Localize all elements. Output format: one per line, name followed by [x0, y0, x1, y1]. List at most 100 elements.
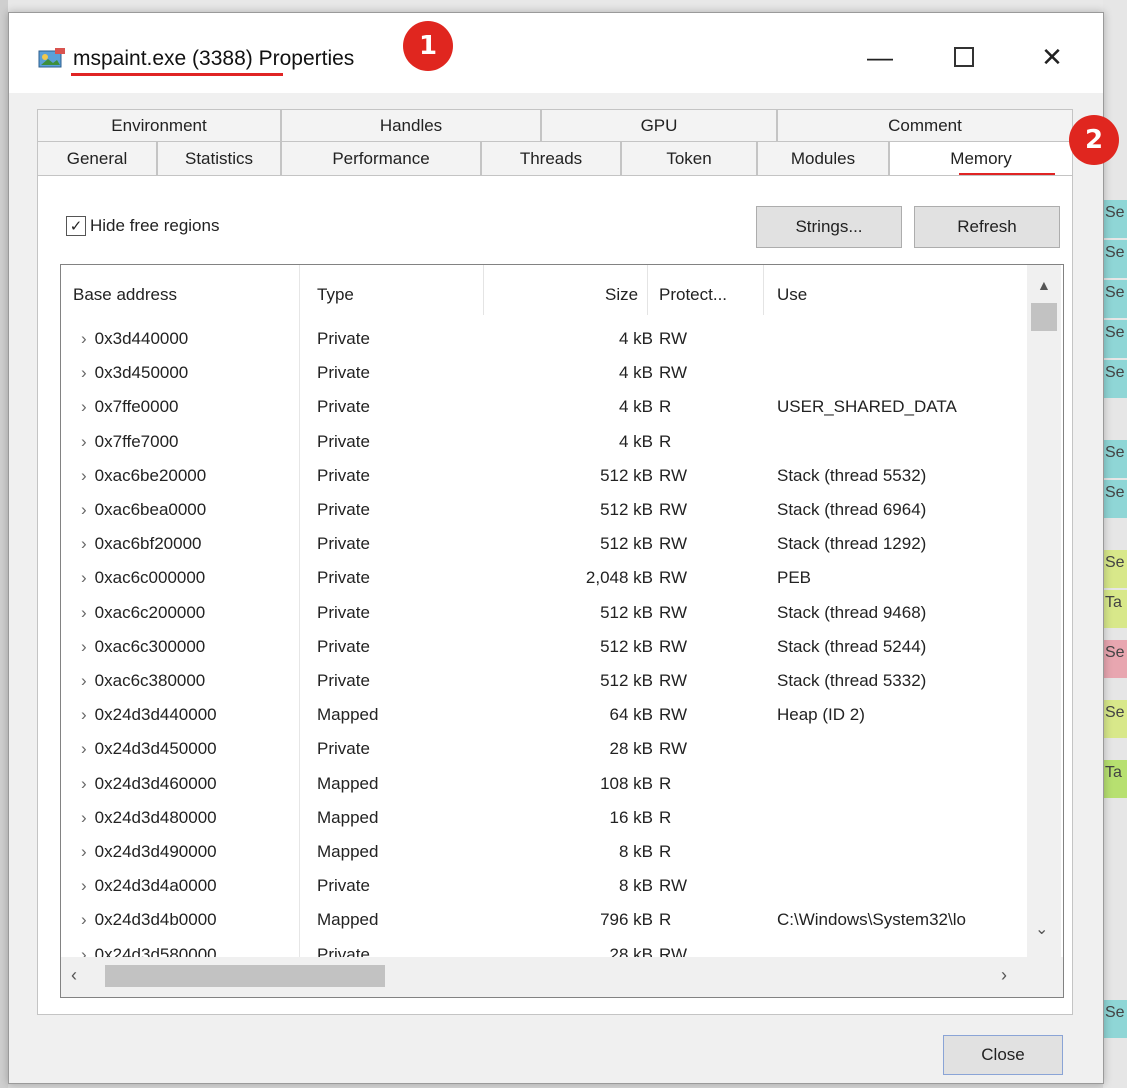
background-row-stripe: Se [1103, 200, 1127, 238]
cell-size: 4 kB [618, 431, 653, 451]
table-row[interactable]: › 0x3d450000 Private 4 kB RW [61, 355, 1027, 389]
expand-chevron-icon[interactable]: › [81, 466, 87, 485]
scroll-down-icon[interactable]: ⌄ [1035, 919, 1048, 939]
table-row[interactable]: › 0x24d3d4a0000 Private 8 kB RW [61, 868, 1027, 902]
background-row-stripe: Se [1103, 640, 1127, 678]
tab-token[interactable]: Token [621, 141, 757, 175]
table-row[interactable]: › 0x24d3d4b0000 Mapped 796 kB R C:\Windows\Sy… [61, 902, 1027, 936]
background-row-label: Se [1105, 1004, 1125, 1021]
table-row[interactable]: › 0x7ffe7000 Private 4 kB R [61, 424, 1027, 458]
title-bar[interactable]: mspaint.exe (3388) Properties — ✕ [9, 13, 1103, 93]
vertical-scrollbar[interactable]: ▲ ⌄ [1027, 265, 1061, 957]
expand-chevron-icon[interactable]: › [81, 705, 87, 724]
table-row[interactable]: › 0x7ffe0000 Private 4 kB R USER_SHARED_DATA [61, 389, 1027, 423]
cell-protect: R [659, 431, 672, 451]
column-header-protect[interactable]: Protect... [659, 285, 727, 305]
cell-size: 28 kB [609, 739, 653, 759]
vertical-scroll-thumb[interactable] [1031, 303, 1057, 331]
tab-statistics[interactable]: Statistics [157, 141, 281, 175]
background-app-strip: Se Se Se Se Se Se Se Se Ta Se Se Ta Se [1103, 0, 1127, 1088]
expand-chevron-icon[interactable]: › [81, 808, 87, 827]
expand-chevron-icon[interactable]: › [81, 329, 87, 348]
table-row[interactable]: › 0x3d440000 Private 4 kB RW [61, 321, 1027, 355]
table-row[interactable]: › 0xac6c000000 Private 2,048 kB RW PEB [61, 560, 1027, 594]
column-header-type[interactable]: Type [317, 285, 354, 305]
column-header-size[interactable]: Size [605, 285, 638, 305]
base-address-text: 0x24d3d450000 [94, 739, 217, 759]
scroll-right-icon[interactable]: › [1001, 965, 1007, 986]
tab-modules[interactable]: Modules [757, 141, 889, 175]
expand-chevron-icon[interactable]: › [81, 432, 87, 451]
table-row[interactable]: › 0xac6bf20000 Private 512 kB RW Stack (threa… [61, 526, 1027, 560]
maximize-icon [954, 47, 974, 67]
cell-base-address: › 0xac6be20000 [81, 466, 206, 486]
cell-use: Stack (thread 5244) [777, 636, 927, 656]
tab-strip: Environment Handles GPU Comment General … [37, 109, 1073, 175]
tab-threads[interactable]: Threads [481, 141, 621, 175]
header-divider[interactable] [483, 265, 484, 315]
table-row[interactable]: › 0xac6c300000 Private 512 kB RW Stack (threa… [61, 629, 1027, 663]
header-divider[interactable] [763, 265, 764, 315]
close-button[interactable]: Close [943, 1035, 1063, 1075]
table-row[interactable]: › 0xac6c200000 Private 512 kB RW Stack (threa… [61, 595, 1027, 629]
expand-chevron-icon[interactable]: › [81, 739, 87, 758]
base-address-text: 0x24d3d4b0000 [94, 910, 217, 930]
expand-chevron-icon[interactable]: › [81, 637, 87, 656]
header-divider[interactable] [647, 265, 648, 315]
table-row[interactable]: › 0x24d3d460000 Mapped 108 kB R [61, 766, 1027, 800]
tab-comment[interactable]: Comment [777, 109, 1073, 141]
maximize-button[interactable] [939, 37, 989, 77]
column-header-use[interactable]: Use [777, 285, 807, 305]
cell-protect: R [659, 807, 672, 827]
base-address-text: 0xac6bf20000 [94, 534, 202, 554]
base-address-text: 0xac6be20000 [94, 465, 207, 485]
expand-chevron-icon[interactable]: › [81, 842, 87, 861]
tab-memory[interactable]: Memory [889, 141, 1073, 175]
expand-chevron-icon[interactable]: › [81, 910, 87, 929]
table-row[interactable]: › 0xac6bea0000 Private 512 kB RW Stack (threa… [61, 492, 1027, 526]
expand-chevron-icon[interactable]: › [81, 500, 87, 519]
table-row[interactable]: › 0x24d3d480000 Mapped 16 kB R [61, 800, 1027, 834]
expand-chevron-icon[interactable]: › [81, 774, 87, 793]
cell-size: 4 kB [618, 329, 653, 348]
scroll-left-icon[interactable]: ‹ [71, 965, 77, 986]
horizontal-scrollbar[interactable]: ‹ › [61, 957, 1063, 997]
expand-chevron-icon[interactable]: › [81, 534, 87, 553]
background-row-label: Se [1105, 204, 1125, 221]
base-address-text: 0xac6c200000 [94, 602, 206, 622]
expand-chevron-icon[interactable]: › [81, 363, 87, 382]
expand-chevron-icon[interactable]: › [81, 603, 87, 622]
table-row[interactable]: › 0xac6be20000 Private 512 kB RW Stack (threa… [61, 458, 1027, 492]
close-window-button[interactable]: ✕ [1027, 37, 1077, 77]
cell-type: Private [317, 431, 370, 451]
refresh-button[interactable]: Refresh [914, 206, 1060, 248]
tab-general[interactable]: General [37, 141, 157, 175]
base-address-text: 0xac6bea0000 [94, 500, 207, 519]
background-row-stripe: Se [1103, 1000, 1127, 1038]
base-address-text: 0x7ffe7000 [94, 431, 179, 451]
table-row[interactable]: › 0x24d3d450000 Private 28 kB RW [61, 731, 1027, 765]
expand-chevron-icon[interactable]: › [81, 876, 87, 895]
tab-environment[interactable]: Environment [37, 109, 281, 141]
strings-button[interactable]: Strings... [756, 206, 902, 248]
tab-performance[interactable]: Performance [281, 141, 481, 175]
expand-chevron-icon[interactable]: › [81, 671, 87, 690]
expand-chevron-icon[interactable]: › [81, 397, 87, 416]
cell-size: 64 kB [609, 705, 653, 725]
horizontal-scroll-thumb[interactable] [105, 965, 385, 987]
cell-base-address: › 0xac6c300000 [81, 637, 205, 657]
minimize-button[interactable]: — [855, 37, 905, 77]
table-row[interactable]: › 0x24d3d490000 Mapped 8 kB R [61, 834, 1027, 868]
column-header-base-address[interactable]: Base address [73, 285, 177, 305]
background-row-label: Se [1105, 244, 1125, 261]
cell-type: Mapped [317, 705, 379, 725]
scroll-up-icon[interactable]: ▲ [1037, 277, 1051, 293]
tab-handles[interactable]: Handles [281, 109, 541, 141]
table-row[interactable]: › 0xac6c380000 Private 512 kB RW Stack (threa… [61, 663, 1027, 697]
cell-type: Private [317, 397, 370, 417]
tab-gpu[interactable]: GPU [541, 109, 777, 141]
hide-free-regions-checkbox[interactable]: ✓ Hide free regions [66, 216, 219, 236]
table-row[interactable]: › 0x24d3d440000 Mapped 64 kB RW Heap (ID 2) [61, 697, 1027, 731]
expand-chevron-icon[interactable]: › [81, 568, 87, 587]
cell-type: Mapped [317, 910, 379, 930]
